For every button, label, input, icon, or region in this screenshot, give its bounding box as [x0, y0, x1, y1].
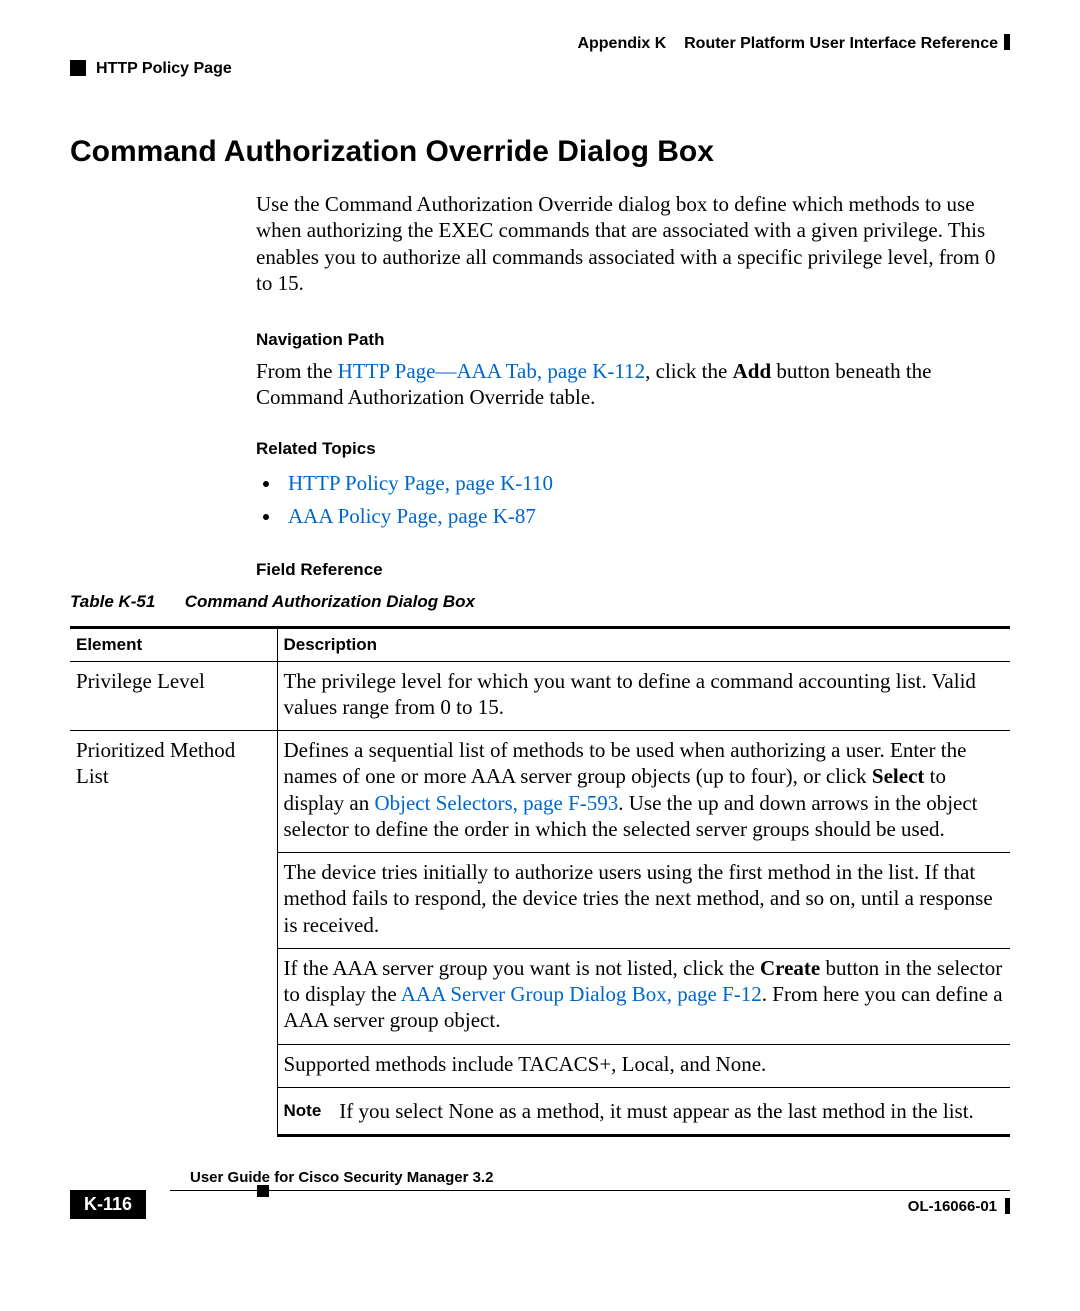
breadcrumb-text: HTTP Policy Page: [96, 60, 232, 77]
related-topics-list: HTTP Policy Page, page K-110 AAA Policy …: [256, 467, 1010, 534]
table-number: Table K-51: [70, 592, 180, 612]
footer-bar-icon: [1005, 1198, 1010, 1214]
intro-paragraph: Use the Command Authorization Override d…: [256, 191, 1010, 296]
page-number: K-116: [70, 1190, 146, 1219]
col-header-element: Element: [70, 627, 277, 661]
header-square-icon: [70, 60, 86, 76]
note-label: Note: [284, 1098, 322, 1121]
select-bold: Select: [872, 764, 924, 788]
cell-element: Privilege Level: [70, 661, 277, 731]
aaa-policy-page-link[interactable]: AAA Policy Page, page K-87: [288, 504, 536, 528]
note-text: If you select None as a method, it must …: [339, 1098, 974, 1124]
header-breadcrumb: HTTP Policy Page: [70, 60, 232, 78]
appendix-label: Appendix K: [577, 35, 666, 52]
add-bold: Add: [733, 359, 772, 383]
table-row: Prioritized Method List Defines a sequen…: [70, 731, 1010, 853]
table-caption: Table K-51 Command Authorization Dialog …: [70, 592, 1010, 612]
footer-square-icon: [257, 1185, 269, 1197]
list-item: AAA Policy Page, page K-87: [282, 500, 1010, 534]
field-reference-table: Element Description Privilege Level The …: [70, 626, 1010, 1138]
page-title: Command Authorization Override Dialog Bo…: [70, 135, 1010, 169]
create-bold: Create: [760, 956, 820, 980]
cell-description: The privilege level for which you want t…: [277, 661, 1010, 731]
navigation-path-text: From the HTTP Page—AAA Tab, page K-112, …: [256, 358, 1010, 411]
http-page-aaa-tab-link[interactable]: HTTP Page—AAA Tab, page K-112: [338, 359, 645, 383]
cell-element: Prioritized Method List: [70, 731, 277, 1136]
header-marker-icon: [1004, 34, 1010, 50]
header-appendix: Appendix K Router Platform User Interfac…: [577, 34, 1010, 53]
table-header-row: Element Description: [70, 627, 1010, 661]
http-policy-page-link[interactable]: HTTP Policy Page, page K-110: [288, 471, 553, 495]
col-header-description: Description: [277, 627, 1010, 661]
cell-description: Defines a sequential list of methods to …: [277, 731, 1010, 853]
object-selectors-link[interactable]: Object Selectors, page F-593: [374, 791, 618, 815]
related-topics-heading: Related Topics: [256, 439, 1010, 459]
list-item: HTTP Policy Page, page K-110: [282, 467, 1010, 501]
field-reference-heading: Field Reference: [256, 560, 1010, 580]
footer-guide-title: User Guide for Cisco Security Manager 3.…: [190, 1169, 1010, 1186]
page-content: Command Authorization Override Dialog Bo…: [70, 135, 1010, 1137]
cell-description: Note If you select None as a method, it …: [277, 1087, 1010, 1135]
page-header: Appendix K Router Platform User Interfac…: [70, 34, 1010, 64]
appendix-title: Router Platform User Interface Reference: [684, 35, 998, 52]
table-row: Privilege Level The privilege level for …: [70, 661, 1010, 731]
navigation-path-heading: Navigation Path: [256, 330, 1010, 350]
cell-description: The device tries initially to authorize …: [277, 853, 1010, 949]
footer-doc-id: OL-16066-01: [908, 1198, 1010, 1215]
cell-description: Supported methods include TACACS+, Local…: [277, 1044, 1010, 1087]
footer-rule: [170, 1190, 1010, 1191]
table-title: Command Authorization Dialog Box: [185, 592, 475, 611]
page-footer: User Guide for Cisco Security Manager 3.…: [70, 1169, 1010, 1191]
aaa-server-group-dialog-link[interactable]: AAA Server Group Dialog Box, page F-12: [401, 982, 762, 1006]
cell-description: If the AAA server group you want is not …: [277, 948, 1010, 1044]
